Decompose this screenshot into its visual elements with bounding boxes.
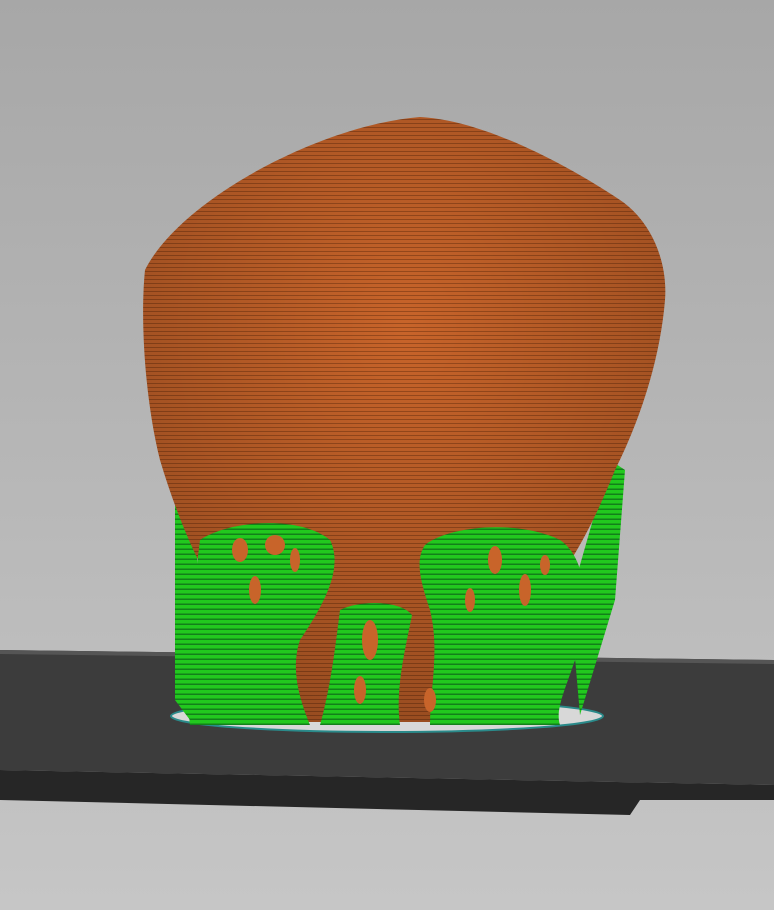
3d-preview-viewport[interactable] [0,0,774,910]
gcode-preview-canvas[interactable] [0,0,774,910]
